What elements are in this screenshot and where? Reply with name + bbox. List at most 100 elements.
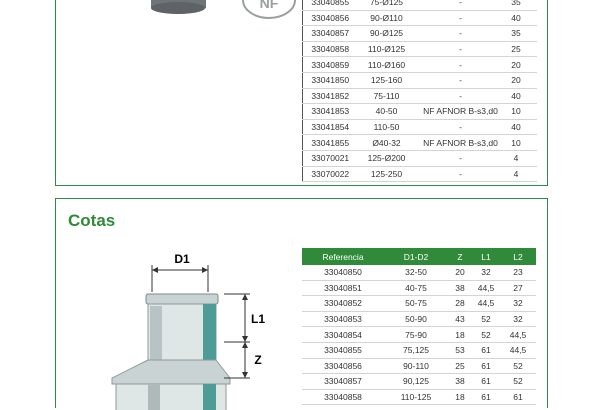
table-cell: 27 [500, 280, 536, 297]
table-row: 33070022 125-250-4 [302, 166, 537, 183]
table-cell: 32-50 [384, 265, 448, 281]
table-cell: 75-110 [357, 88, 416, 105]
table-cell: 53 [448, 342, 472, 359]
column-header: Referencia [302, 248, 384, 265]
table-cell: Ø40-32 [357, 134, 416, 151]
table-cell: 33041853 [302, 103, 358, 120]
table-cell: 52 [472, 311, 500, 328]
table-cell: 33040858 [302, 41, 358, 58]
table-cell: 90-110 [384, 358, 448, 375]
top-table: 33040855 75-Ø125-35 33040856 90-Ø110-40 3304… [302, 0, 537, 183]
table-cell: 33040859 [302, 56, 358, 73]
table-cell: 44,5 [472, 280, 500, 297]
table-cell: 43 [448, 311, 472, 328]
table-cell: 33070022 [302, 166, 358, 183]
table-cell: 90-Ø110 [357, 10, 416, 27]
table-row: 33040851 40-75 38 44,5 27 [302, 280, 536, 297]
table-cell: 40 [505, 119, 537, 136]
table-cell: 40-50 [357, 103, 416, 120]
table-cell: 33041855 [302, 134, 358, 151]
l1-label: L1 [251, 312, 265, 326]
table-row: 33040856 90-Ø110-40 [302, 10, 537, 27]
table-cell: 35 [505, 0, 537, 11]
table-cell: 40 [505, 88, 537, 105]
table-cell: 38 [448, 373, 472, 390]
z-label: Z [254, 353, 261, 367]
table-cell: 33040855 [302, 342, 384, 359]
table-row: 33040853 50-90 43 52 32 [302, 311, 536, 328]
table-cell: 90-Ø125 [357, 25, 416, 42]
table-cell: - [415, 25, 506, 42]
table-row: 33070021 125-Ø200-4 [302, 150, 537, 167]
table-row: 33040855 75,125 53 61 44,5 [302, 342, 536, 359]
table-cell: 61 [472, 358, 500, 375]
table-row: 33040857 90-Ø125-35 [302, 25, 537, 42]
table-cell: 10 [505, 103, 537, 120]
table-cell: 32 [500, 311, 536, 328]
table-cell: 35 [505, 25, 537, 42]
table-cell: 32 [500, 295, 536, 312]
table-cell: 20 [505, 72, 537, 89]
table-cell: NF AFNOR B-s3,d0 [415, 103, 506, 120]
table-cell: 110-Ø160 [357, 56, 416, 73]
table-cell: - [415, 41, 506, 58]
table-cell: 33040857 [302, 25, 358, 42]
table-cell: 33040855 [302, 0, 358, 11]
nf-logo-text: NF [260, 0, 279, 11]
table-cell: 90,125 [384, 373, 448, 390]
table-cell: 33040850 [302, 265, 384, 281]
table-cell: 18 [448, 326, 472, 343]
table-cell: 33040852 [302, 295, 384, 312]
table-cell: 25 [505, 41, 537, 58]
table-cell: 110-Ø125 [357, 41, 416, 58]
table-cell: - [415, 88, 506, 105]
table-cell: 125-250 [357, 166, 416, 183]
table-cell: 75-Ø125 [357, 0, 416, 11]
table-row: 33040850 32-50 20 32 23 [302, 265, 536, 281]
column-header: L1 [472, 248, 500, 265]
table-row: 33041852 75-110-40 [302, 88, 537, 105]
nf-logo-icon: NF [242, 0, 296, 19]
table-cell: 33041850 [302, 72, 358, 89]
table-row: 33040859 110-Ø160-20 [302, 56, 537, 73]
table-cell: - [415, 10, 506, 27]
table-cell: - [415, 150, 506, 167]
table-cell: 44,5 [500, 342, 536, 359]
table-cell: - [415, 56, 506, 73]
table-cell: 75,125 [384, 342, 448, 359]
table-cell: 20 [448, 265, 472, 281]
table-row: 33041854 110-50-40 [302, 119, 537, 136]
cotas-table: Referencia D1-D2 Z L1 L2 33040850 32-50 20 32 23… [302, 248, 536, 406]
table-cell: NF AFNOR B-s3,d0 [415, 134, 506, 151]
table-cell: 28 [448, 295, 472, 312]
table-cell: 33041852 [302, 88, 358, 105]
table-row: 33040852 50-75 28 44,5 32 [302, 295, 536, 312]
table-cell: 33040853 [302, 311, 384, 328]
table-cell: 40 [505, 10, 537, 27]
table-cell: 125-160 [357, 72, 416, 89]
table-cell: 33040854 [302, 326, 384, 343]
table-cell: 125-Ø200 [357, 150, 416, 167]
section-title: Cotas [68, 211, 116, 230]
table-cell: 33040857 [302, 373, 384, 390]
table-cell: 20 [505, 56, 537, 73]
table-row: 33041855 Ø40-32 NF AFNOR B-s3,d0 10 [302, 134, 537, 151]
table-row: 33040856 90-110 25 61 52 [302, 358, 536, 375]
table-cell: - [415, 0, 506, 11]
table-row: 33040855 75-Ø125-35 [302, 0, 537, 11]
table-cell: 33070021 [302, 150, 358, 167]
table-row: 33041850 125-160-20 [302, 72, 537, 89]
column-header: D1-D2 [384, 248, 448, 265]
table-row: 33040854 75-90 18 52 44,5 [302, 326, 536, 343]
table-cell: 4 [505, 150, 537, 167]
d1-label: D1 [174, 252, 190, 266]
table-cell: 110-50 [357, 119, 416, 136]
table-cell: 44,5 [500, 326, 536, 343]
table-cell: 4 [505, 166, 537, 183]
column-header: Z [448, 248, 472, 265]
table-cell: 33041854 [302, 119, 358, 136]
table-row: 33041853 40-50 NF AFNOR B-s3,d0 10 [302, 103, 537, 120]
column-header: L2 [500, 248, 536, 265]
table-cell: 52 [500, 373, 536, 390]
table-cell: 23 [500, 265, 536, 281]
